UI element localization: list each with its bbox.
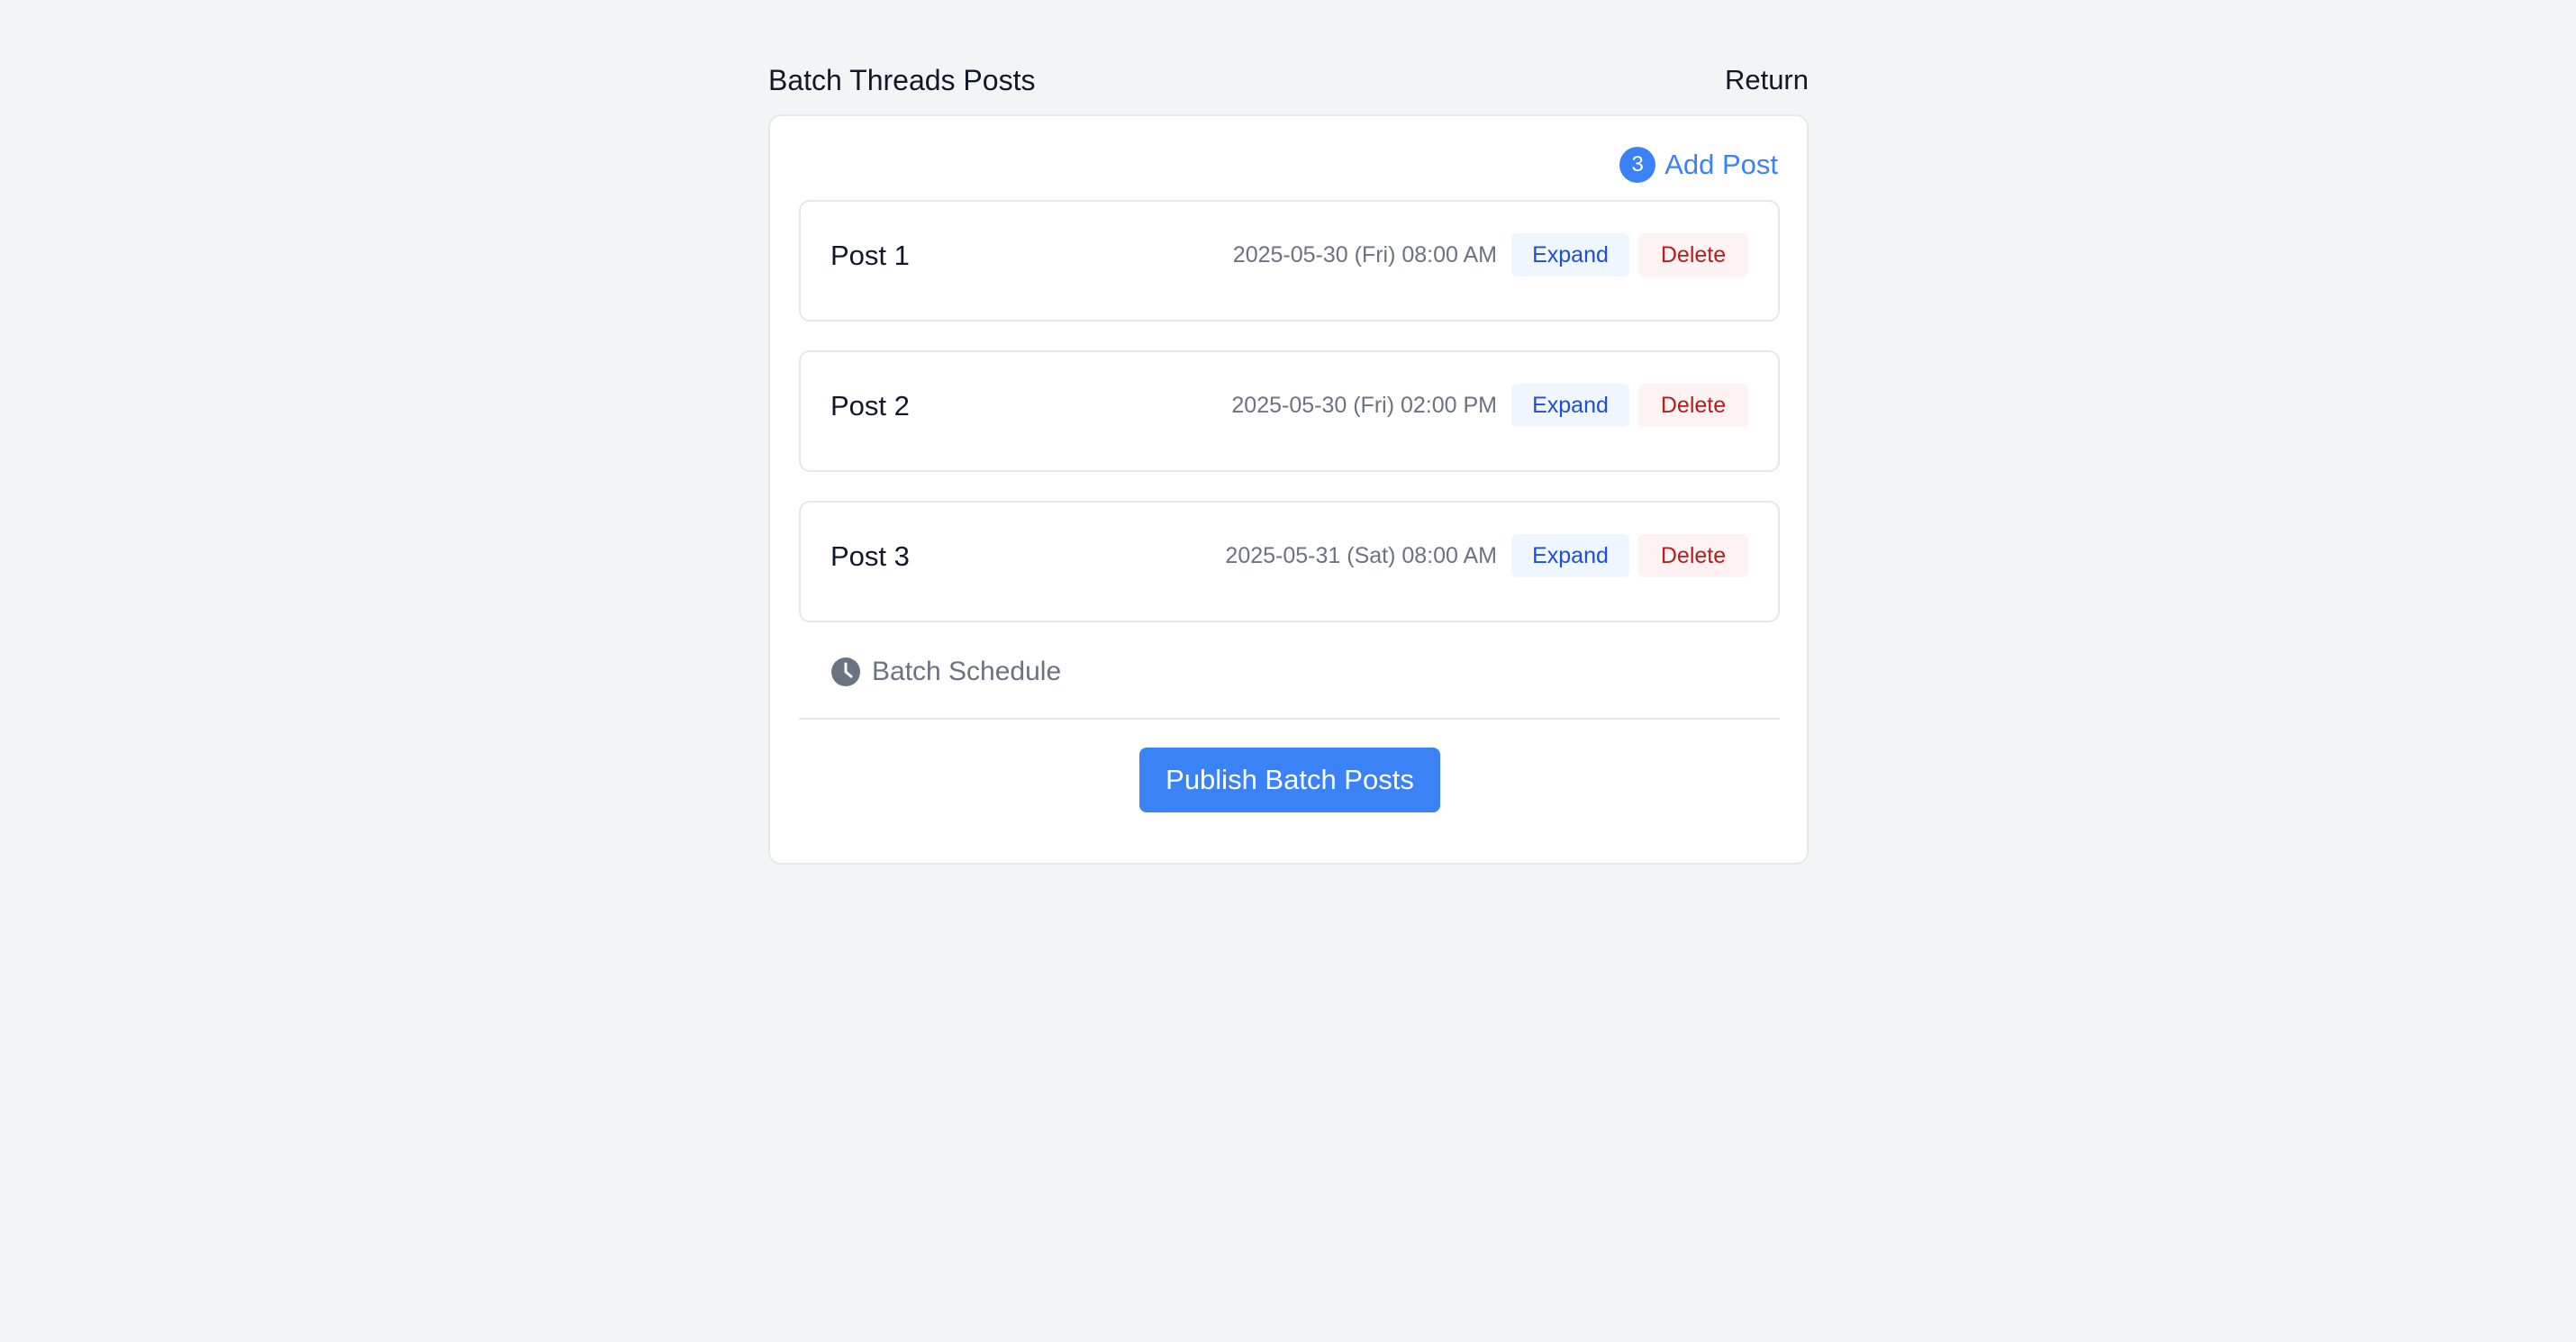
post-item: Post 2 2025-05-30 (Fri) 02:00 PM Expand …	[799, 350, 1780, 472]
post-scheduled-time: 2025-05-31 (Sat) 08:00 AM	[1225, 542, 1497, 568]
publish-batch-posts-button[interactable]: Publish Batch Posts	[1139, 748, 1440, 812]
expand-button[interactable]: Expand	[1511, 384, 1629, 427]
add-post-button[interactable]: 3 Add Post	[1619, 146, 1778, 184]
divider	[799, 718, 1780, 720]
post-title: Post 1	[830, 240, 910, 271]
post-actions: 2025-05-31 (Sat) 08:00 AM Expand Delete	[1225, 534, 1748, 577]
delete-button[interactable]: Delete	[1638, 534, 1748, 577]
post-item: Post 3 2025-05-31 (Sat) 08:00 AM Expand …	[799, 501, 1780, 622]
batch-schedule-label: Batch Schedule	[872, 657, 1062, 686]
post-title: Post 2	[830, 390, 910, 422]
top-bar: Batch Threads Posts Return	[768, 54, 1809, 106]
post-count-badge: 3	[1619, 147, 1656, 183]
expand-button[interactable]: Expand	[1511, 233, 1629, 277]
expand-button[interactable]: Expand	[1511, 534, 1629, 577]
post-title: Post 3	[830, 540, 910, 572]
page-title: Batch Threads Posts	[768, 63, 1036, 96]
delete-button[interactable]: Delete	[1638, 233, 1748, 277]
post-actions: 2025-05-30 (Fri) 02:00 PM Expand Delete	[1231, 384, 1748, 427]
batch-schedule-toggle[interactable]: Batch Schedule	[830, 653, 1061, 691]
batch-posts-card: 3 Add Post Post 1 2025-05-30 (Fri) 08:00…	[768, 114, 1809, 865]
batch-posts-container: Batch Threads Posts Return 3 Add Post Po…	[768, 54, 1809, 865]
clock-icon	[830, 657, 861, 687]
post-scheduled-time: 2025-05-30 (Fri) 08:00 AM	[1232, 241, 1497, 267]
add-post-label: Add Post	[1664, 149, 1778, 180]
post-actions: 2025-05-30 (Fri) 08:00 AM Expand Delete	[1233, 233, 1748, 277]
delete-button[interactable]: Delete	[1638, 384, 1748, 427]
post-item: Post 1 2025-05-30 (Fri) 08:00 AM Expand …	[799, 200, 1780, 322]
return-link[interactable]: Return	[1725, 64, 1809, 96]
post-scheduled-time: 2025-05-30 (Fri) 02:00 PM	[1231, 392, 1497, 418]
